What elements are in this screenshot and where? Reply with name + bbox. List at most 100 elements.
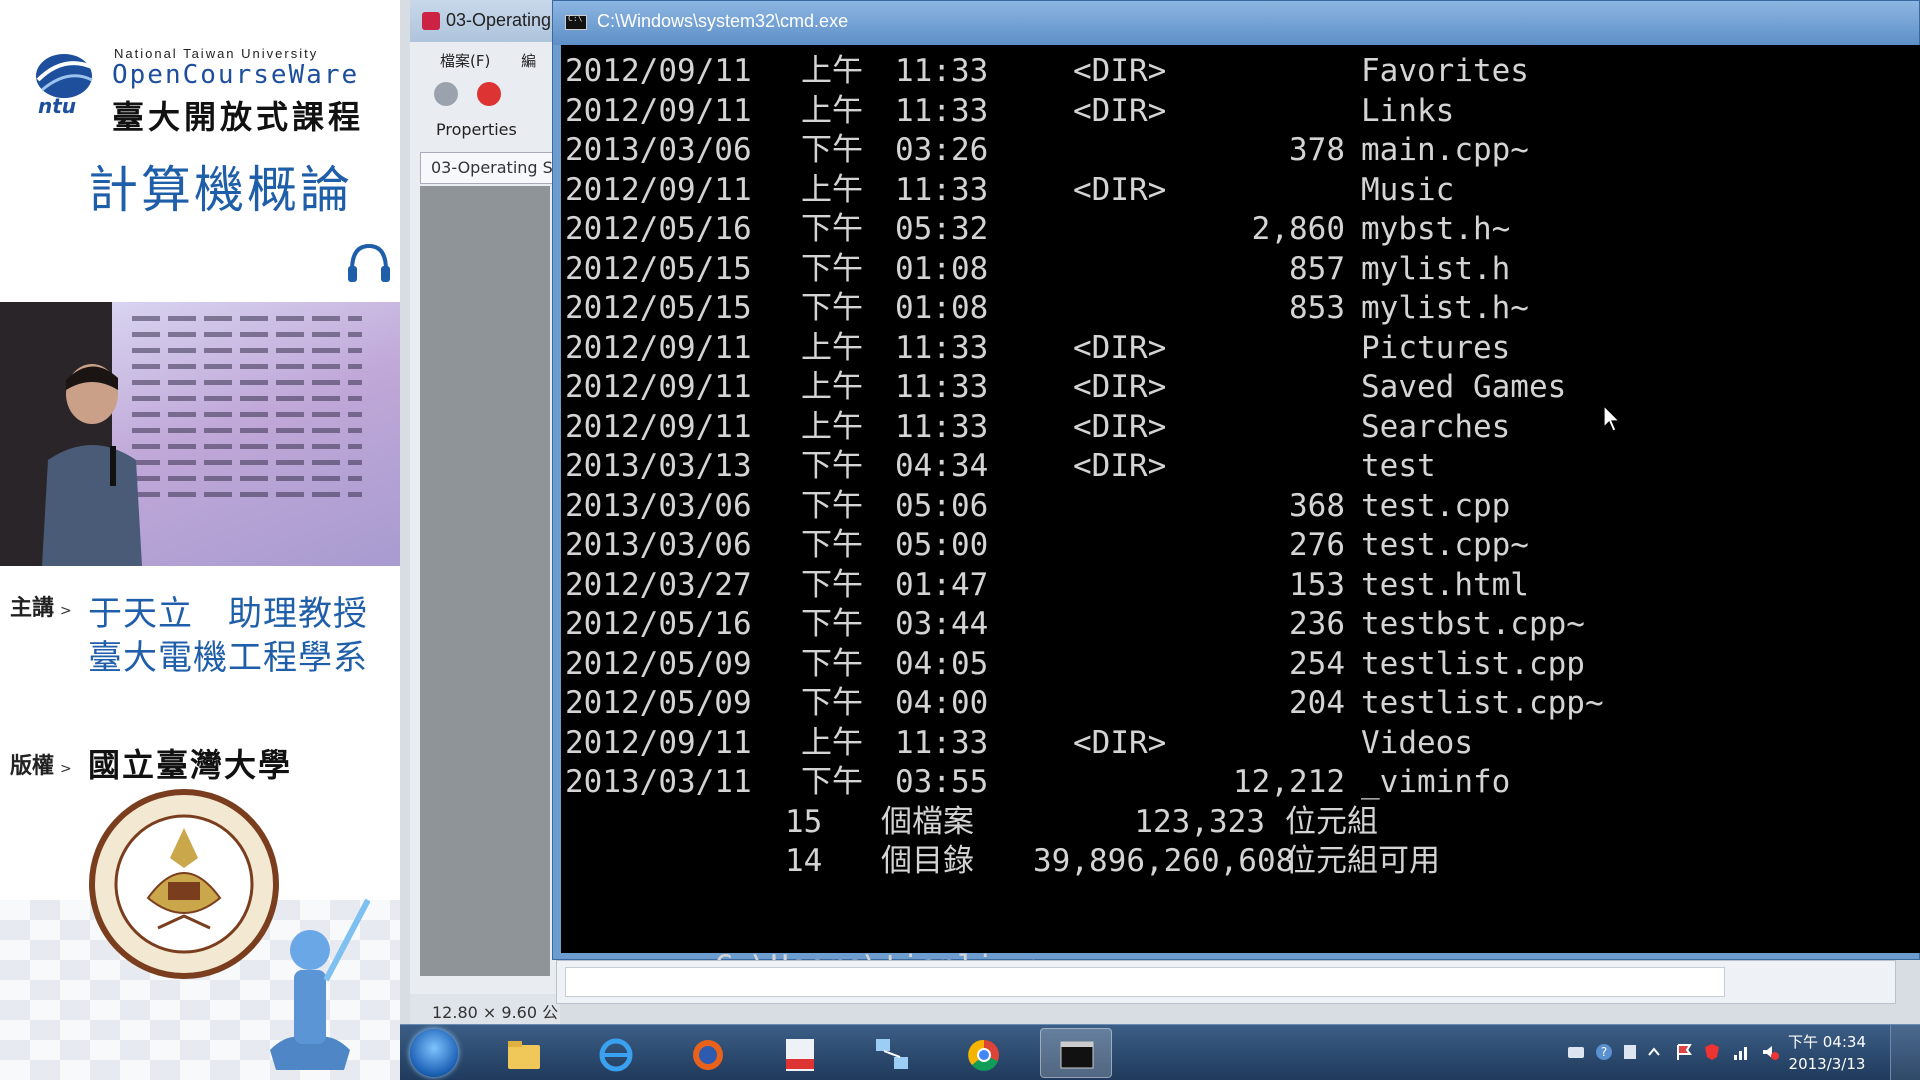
cmd-window[interactable]: C:\Windows\system32\cmd.exe 2012/09/11 上午… xyxy=(552,0,1920,985)
entry-ampm: 下午 xyxy=(801,290,863,326)
entry-date: 2012/05/09 xyxy=(565,685,752,721)
entry-time: 01:08 xyxy=(895,290,989,326)
entry-date: 2012/09/11 xyxy=(565,171,752,208)
headphone-icon xyxy=(348,243,390,282)
console-output[interactable]: 2012/09/11 上午 11:33 <DIR> Favorites 2012/09/1… xyxy=(561,45,1920,985)
entry-date: 2013/03/06 xyxy=(565,132,752,168)
entry-time: 11:33 xyxy=(895,92,989,129)
dir-entry-row: 2012/05/15 下午 01:08 857 mylist.h xyxy=(565,249,1905,289)
summary-unit: 位元組可用 xyxy=(1285,843,1440,879)
entry-name: testbst.cpp~ xyxy=(1361,606,1585,642)
show-desktop-button[interactable] xyxy=(1890,1025,1920,1080)
taskbar-app-explorer[interactable] xyxy=(488,1028,560,1078)
entry-size: 153 xyxy=(1289,566,1345,603)
entry-date: 2012/09/11 xyxy=(565,408,752,445)
keyboard-icon[interactable] xyxy=(1566,1042,1586,1062)
dir-entry-row: 2013/03/06 下午 05:00 276 test.cpp~ xyxy=(565,525,1905,565)
ntu-mark: ntu xyxy=(38,94,77,118)
entry-dir-tag: <DIR> xyxy=(1073,369,1167,405)
summary-count: 14 xyxy=(785,843,823,879)
entry-dir-tag: <DIR> xyxy=(1073,171,1167,208)
properties-button[interactable]: Properties xyxy=(410,114,559,148)
entry-name: Pictures xyxy=(1361,329,1511,366)
entry-size: 204 xyxy=(1289,685,1345,721)
entry-name: Links xyxy=(1361,92,1455,129)
entry-time: 04:05 xyxy=(895,645,989,682)
entry-date: 2013/03/11 xyxy=(565,764,752,800)
bg-window-title: 03-Operating xyxy=(446,10,552,30)
entry-name: testlist.cpp xyxy=(1361,645,1585,682)
dir-entry-row: 2012/09/11 上午 11:33 <DIR> Links xyxy=(565,91,1905,131)
start-button[interactable] xyxy=(410,1029,458,1077)
desktop: 03-Operating 檔案(F) 編 Properties 03-Opera… xyxy=(400,0,1920,1024)
dir-entry-row: 2012/09/11 上午 11:33 <DIR> Pictures xyxy=(565,328,1905,368)
lecturer-department: 臺大電機工程學系 xyxy=(88,638,368,678)
document-tab[interactable]: 03-Operating S xyxy=(420,152,559,184)
taskbar-app-chrome[interactable] xyxy=(948,1028,1020,1078)
volume-muted-icon[interactable] xyxy=(1760,1042,1780,1062)
tool-icon[interactable] xyxy=(434,82,458,106)
entry-ampm: 下午 xyxy=(801,487,863,524)
pdf-icon xyxy=(786,1039,814,1071)
chevron-up-icon[interactable] xyxy=(1644,1042,1664,1062)
security-icon[interactable] xyxy=(1702,1042,1722,1062)
entry-name: main.cpp~ xyxy=(1361,132,1529,168)
bg-window-titlebar[interactable]: 03-Operating xyxy=(410,0,559,42)
entry-date: 2012/05/15 xyxy=(565,250,752,287)
page-size-status: 12.80 × 9.60 公 xyxy=(410,994,560,1024)
dir-entry-row: 2012/05/16 下午 03:44 236 testbst.cpp~ xyxy=(565,604,1905,644)
entry-date: 2012/09/11 xyxy=(565,724,752,761)
entry-size: 368 xyxy=(1289,487,1345,524)
entry-time: 05:32 xyxy=(895,211,989,247)
cmd-titlebar[interactable]: C:\Windows\system32\cmd.exe xyxy=(553,1,1919,45)
network-signal-icon[interactable] xyxy=(1732,1042,1752,1062)
entry-date: 2012/09/11 xyxy=(565,369,752,405)
entry-time: 03:44 xyxy=(895,606,989,642)
entry-dir-tag: <DIR> xyxy=(1073,724,1167,761)
command-prompt[interactable]: C:\Users\tianliyu> xyxy=(565,907,1071,985)
dir-entry-row: 2012/09/11 上午 11:33 <DIR> Favorites xyxy=(565,51,1905,91)
document-view[interactable] xyxy=(420,186,550,976)
taskbar-app-internet-explorer[interactable] xyxy=(580,1028,652,1078)
taskbar-app-cmd[interactable] xyxy=(1040,1028,1112,1078)
summary-label: 個檔案 xyxy=(881,803,974,840)
svg-text:?: ? xyxy=(1601,1045,1607,1059)
lecture-video xyxy=(0,302,400,566)
projected-screen xyxy=(112,302,400,566)
entry-ampm: 上午 xyxy=(801,369,863,405)
summary-row: 14 個目錄 39,896,260,608 位元組可用 xyxy=(565,841,1905,881)
entry-name: _viminfo xyxy=(1361,764,1511,800)
entry-size: 2,860 xyxy=(1251,211,1345,247)
cmd-icon xyxy=(565,14,587,30)
lecturer-label: 主講 xyxy=(10,596,55,621)
cmd-icon xyxy=(1060,1041,1094,1069)
entry-date: 2012/09/11 xyxy=(565,329,752,366)
entry-name: Videos xyxy=(1361,724,1473,761)
taskbar-app-pdf[interactable] xyxy=(764,1028,836,1078)
taskbar-clock[interactable]: 下午 04:34 2013/3/13 xyxy=(1788,1031,1866,1075)
menu-file[interactable]: 檔案(F) xyxy=(440,52,490,70)
bg-window-toolbar xyxy=(410,76,559,114)
ntu-ocw-logo: ntu National Taiwan University OpenCours… xyxy=(28,44,368,136)
ocw-sidebar: ntu National Taiwan University OpenCours… xyxy=(0,0,400,1080)
taskbar-app-firefox[interactable] xyxy=(672,1028,744,1078)
acrobat-icon[interactable] xyxy=(477,82,502,106)
network-icon xyxy=(876,1039,908,1069)
background-window[interactable]: 03-Operating 檔案(F) 編 Properties 03-Opera… xyxy=(410,0,560,1024)
bottom-panel-field[interactable] xyxy=(565,967,1725,997)
entry-dir-tag: <DIR> xyxy=(1073,53,1167,89)
entry-time: 05:00 xyxy=(895,527,989,563)
entry-date: 2013/03/06 xyxy=(565,487,752,524)
speaker-figure xyxy=(42,364,142,566)
taskbar-app-network[interactable] xyxy=(856,1028,928,1078)
entry-time: 05:06 xyxy=(895,487,989,524)
entry-ampm: 下午 xyxy=(801,448,863,484)
menu-edit[interactable]: 編 xyxy=(521,52,536,70)
chess-figurine-decoration xyxy=(270,898,370,1070)
dir-entry-row: 2012/05/09 下午 04:05 254 testlist.cpp xyxy=(565,644,1905,684)
dir-entry-row: 2012/09/11 上午 11:33 <DIR> Searches xyxy=(565,407,1905,447)
help-icon[interactable]: ? xyxy=(1594,1042,1614,1062)
language-icon[interactable] xyxy=(1620,1042,1640,1062)
dir-entry-row: 2013/03/13 下午 04:34 <DIR> test xyxy=(565,446,1905,486)
flag-icon[interactable] xyxy=(1674,1042,1694,1062)
